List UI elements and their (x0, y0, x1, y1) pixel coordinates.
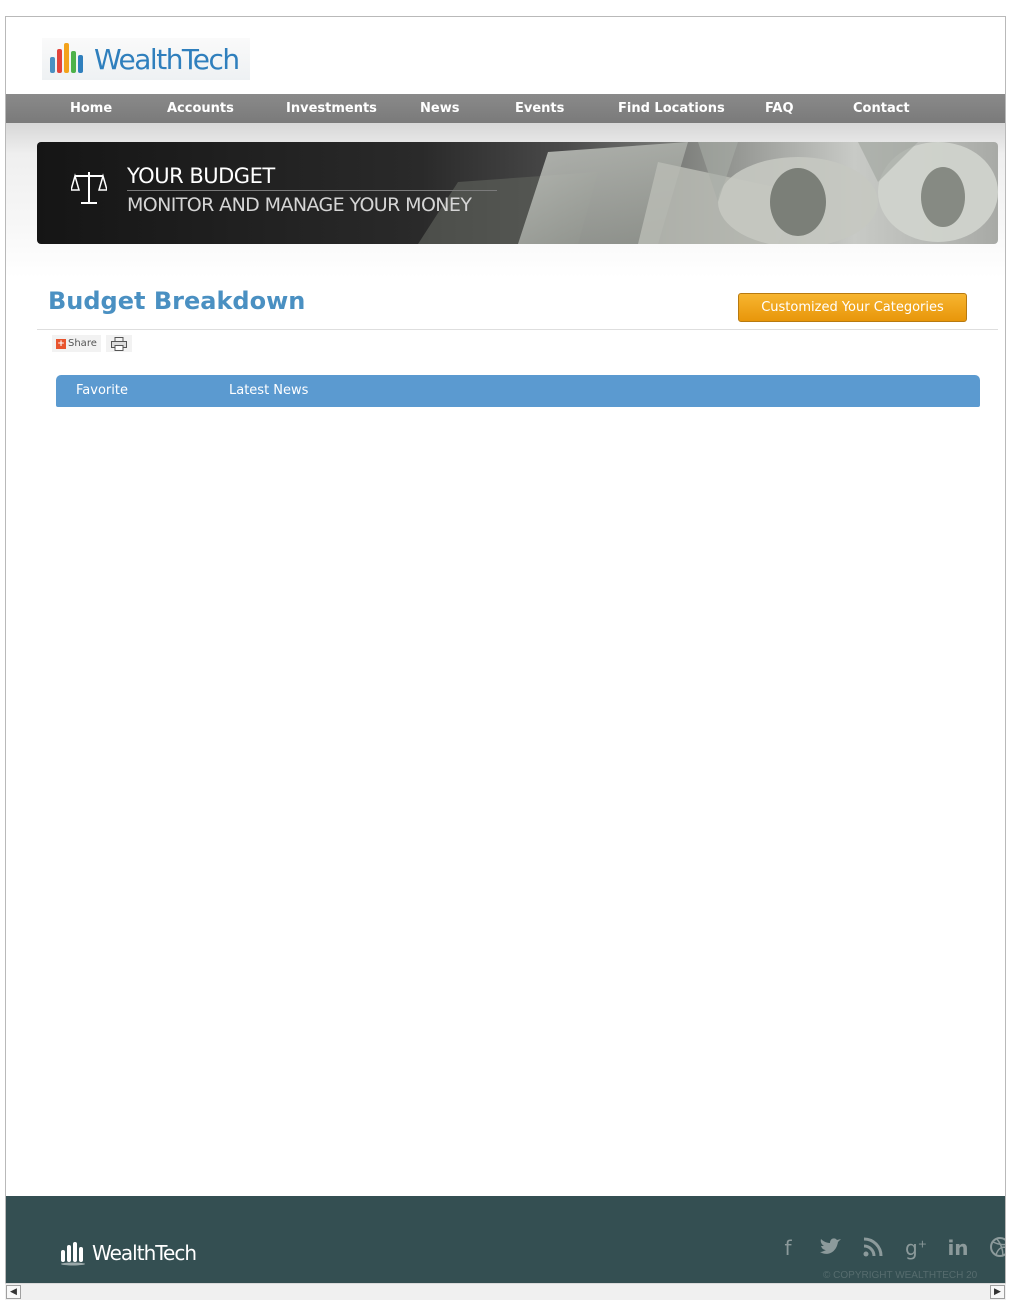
google-plus-icon[interactable]: g+ (902, 1236, 930, 1262)
nav-find-locations[interactable]: Find Locations (618, 94, 725, 123)
share-label: Share (68, 338, 97, 349)
linkedin-icon[interactable]: in (944, 1236, 972, 1262)
nav-events[interactable]: Events (515, 94, 564, 123)
nav-home[interactable]: Home (70, 94, 112, 123)
plus-icon: + (56, 338, 66, 349)
scales-icon (71, 172, 107, 204)
money-image (418, 142, 998, 244)
tab-bar: Favorite Latest News (56, 375, 980, 407)
share-button[interactable]: + Share (52, 335, 101, 352)
dribbble-icon[interactable] (986, 1236, 1005, 1262)
horizontal-scrollbar[interactable]: ◀ ▶ (5, 1283, 1006, 1300)
logo-text: WealthTech (94, 42, 240, 76)
nav-faq[interactable]: FAQ (765, 94, 794, 123)
nav-investments[interactable]: Investments (286, 94, 377, 123)
page-frame: WealthTech Home Accounts Investments New… (5, 16, 1006, 1283)
logo-bars-icon (61, 1242, 85, 1266)
footer-logo-text: WealthTech (92, 1241, 197, 1265)
nav-accounts[interactable]: Accounts (167, 94, 234, 123)
printer-icon (111, 336, 127, 351)
banner-title: YOUR BUDGET (127, 164, 275, 188)
footer-logo[interactable]: WealthTech (60, 1240, 197, 1266)
customize-categories-button[interactable]: Customized Your Categories (738, 293, 967, 322)
header-divider (37, 329, 998, 330)
rss-icon[interactable] (859, 1236, 887, 1262)
print-button[interactable] (106, 335, 132, 352)
scroll-right-button[interactable]: ▶ (990, 1285, 1005, 1299)
tab-latest-news[interactable]: Latest News (229, 375, 308, 407)
banner-divider (127, 190, 497, 191)
main-nav: Home Accounts Investments News Events Fi… (6, 94, 1005, 123)
facebook-icon[interactable]: f (774, 1236, 802, 1262)
hero-banner: YOUR BUDGET MONITOR AND MANAGE YOUR MONE… (37, 142, 998, 244)
twitter-icon[interactable] (816, 1236, 844, 1262)
nav-contact[interactable]: Contact (853, 94, 910, 123)
scroll-left-button[interactable]: ◀ (6, 1285, 21, 1299)
logo-bars-icon (48, 41, 90, 77)
site-footer: WealthTech f g+ in © COPYRIGHT WEALTHTEC… (6, 1196, 1005, 1283)
nav-news[interactable]: News (420, 94, 459, 123)
site-logo[interactable]: WealthTech (42, 38, 250, 80)
tab-favorite[interactable]: Favorite (76, 375, 128, 407)
copyright-text: © COPYRIGHT WEALTHTECH 20 (823, 1270, 978, 1281)
banner-subtitle: MONITOR AND MANAGE YOUR MONEY (127, 194, 472, 216)
page-title: Budget Breakdown (48, 287, 306, 315)
